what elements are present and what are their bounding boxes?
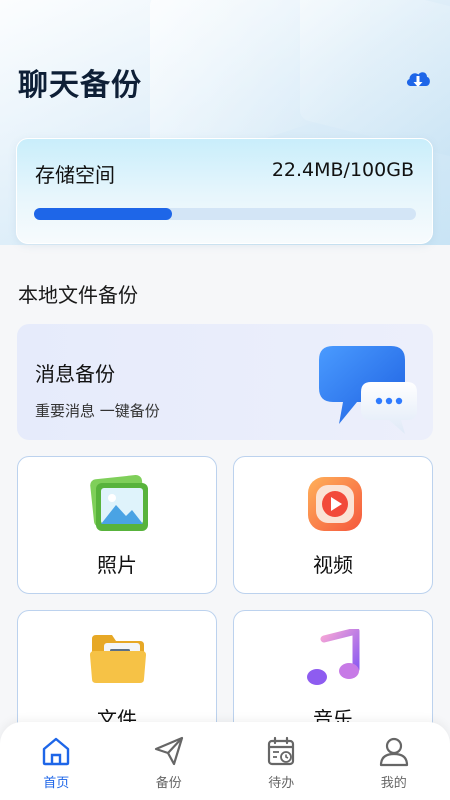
user-icon [379,737,408,767]
folder-icon [90,635,146,683]
storage-card[interactable]: 存储空间 22.4MB/100GB [16,138,433,244]
nav-item-todo[interactable]: 待办 [225,722,338,800]
nav-label-me: 我的 [380,776,407,791]
nav-item-me[interactable]: 我的 [338,722,450,800]
cloud-download-icon [406,72,430,87]
page-title: 聊天备份 [18,68,142,103]
message-backup-subtitle: 重要消息 一键备份 [35,402,160,420]
nav-label-backup: 备份 [155,776,182,791]
storage-value: 22.4MB/100GB [271,159,414,181]
video-icon [308,477,362,531]
music-icon [307,629,360,685]
section-title: 本地文件备份 [18,283,138,307]
nav-item-backup[interactable]: 备份 [113,722,226,800]
message-backup-card[interactable]: 消息备份 重要消息 一键备份 [17,324,433,440]
message-backup-title: 消息备份 [35,362,115,386]
chat-bubbles-icon [319,346,417,434]
photo-backup-tile[interactable]: 照片 [17,456,217,594]
calendar-icon [268,736,295,766]
storage-label: 存储空间 [35,163,115,187]
nav-label-todo: 待办 [268,776,295,791]
home-icon [43,737,70,766]
storage-progress-fill [34,208,172,220]
cloud-download-button[interactable] [403,66,433,94]
photo-icon [90,475,148,531]
nav-item-home[interactable]: 首页 [0,722,113,800]
storage-progress-bar [34,208,416,220]
nav-label-home: 首页 [43,776,70,791]
send-icon [154,736,183,766]
photo-tile-label: 照片 [97,553,137,577]
video-backup-tile[interactable]: 视频 [233,456,433,594]
bottom-navigation: 首页 备份 待办 我的 [0,722,450,800]
video-tile-label: 视频 [313,553,353,577]
